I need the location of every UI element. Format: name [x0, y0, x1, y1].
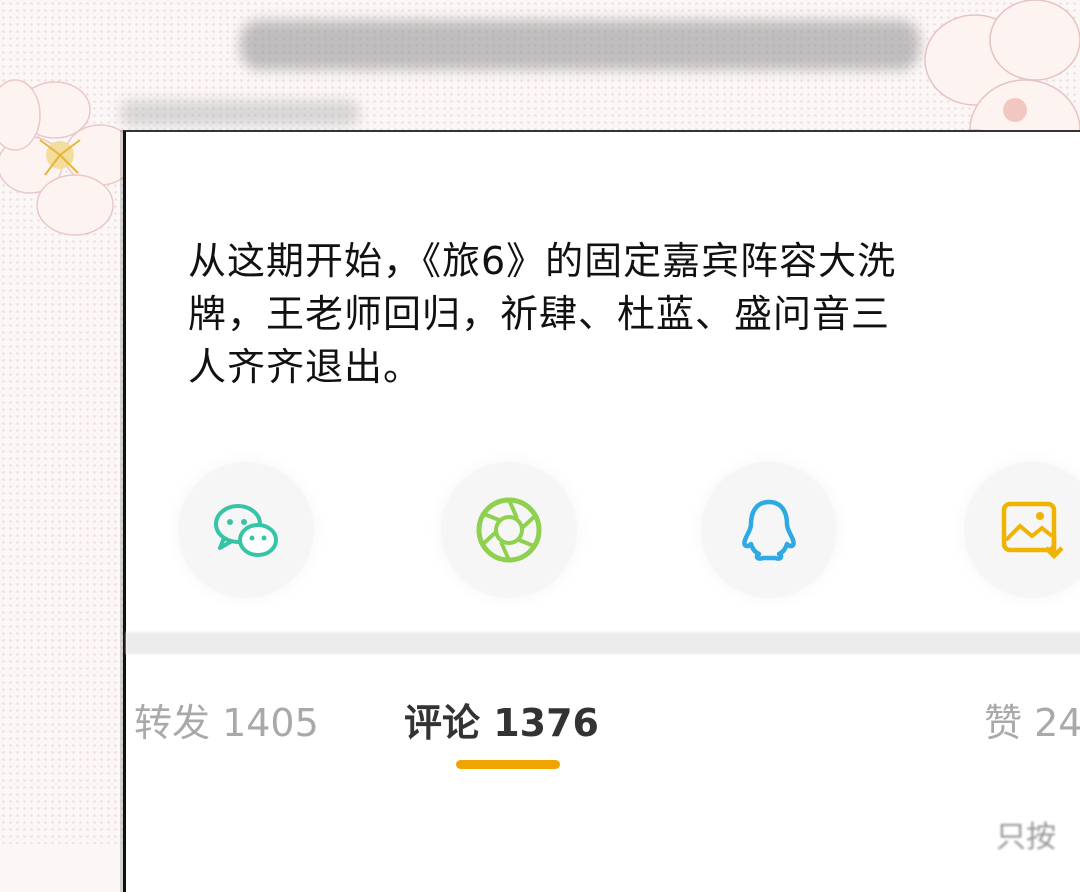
tab-like[interactable]: 赞 24: [984, 692, 1080, 747]
tab-repost[interactable]: 转发 1405: [134, 692, 319, 747]
share-qq-button[interactable]: [701, 462, 837, 598]
post-text: 从这期开始，《旅6》的固定嘉宾阵容大洗 牌，王老师回归，祈肆、杜蓝、盛问音三 人…: [188, 239, 897, 389]
flower-left-decoration: [0, 79, 136, 236]
post-panel: 从这期开始，《旅6》的固定嘉宾阵容大洗 牌，王老师回归，祈肆、杜蓝、盛问音三 人…: [123, 130, 1080, 892]
share-wechat-button[interactable]: [178, 462, 314, 598]
blurred-header-line: [120, 100, 360, 126]
share-moments-button[interactable]: [441, 462, 577, 598]
section-divider: [126, 632, 1080, 654]
share-row: [126, 462, 1080, 598]
blurred-header: [240, 20, 920, 70]
interaction-tabs: 转发 1405 评论 1376 赞 24: [126, 692, 1080, 772]
tab-comment[interactable]: 评论 1376: [404, 692, 599, 747]
qq-icon: [742, 499, 796, 561]
moments-icon: [476, 497, 542, 563]
sort-hint[interactable]: 只按: [996, 812, 1056, 856]
save-image-icon: [1001, 501, 1064, 560]
wechat-icon: [214, 504, 278, 557]
active-tab-indicator: [456, 760, 560, 769]
share-save-image-button[interactable]: [964, 462, 1080, 598]
